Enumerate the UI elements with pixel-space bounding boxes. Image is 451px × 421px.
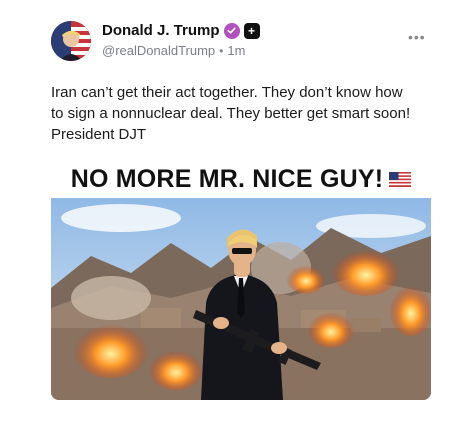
post-timestamp[interactable]: 1m (227, 43, 245, 58)
post-body: Iran can’t get their act together. They … (51, 84, 411, 143)
plus-badge-icon: + (243, 22, 260, 39)
image-scene (51, 198, 431, 400)
author-name-row: Donald J. Trump + (102, 22, 260, 39)
image-headline: NO MORE MR. NICE GUY! (51, 160, 431, 198)
meta-separator: • (219, 43, 224, 58)
author-handle[interactable]: @realDonaldTrump (102, 43, 215, 58)
us-flag-icon (389, 171, 412, 187)
post-card: Donald J. Trump + @realDonaldTrump • 1m … (0, 0, 451, 421)
verified-check-icon (223, 22, 240, 39)
post-image[interactable]: NO MORE MR. NICE GUY! (51, 160, 431, 400)
author-meta: @realDonaldTrump • 1m (102, 43, 245, 58)
more-options-icon[interactable]: ••• (408, 30, 426, 44)
author-name[interactable]: Donald J. Trump (102, 22, 220, 39)
author-avatar[interactable] (51, 21, 91, 61)
image-headline-text: NO MORE MR. NICE GUY! (70, 164, 384, 193)
